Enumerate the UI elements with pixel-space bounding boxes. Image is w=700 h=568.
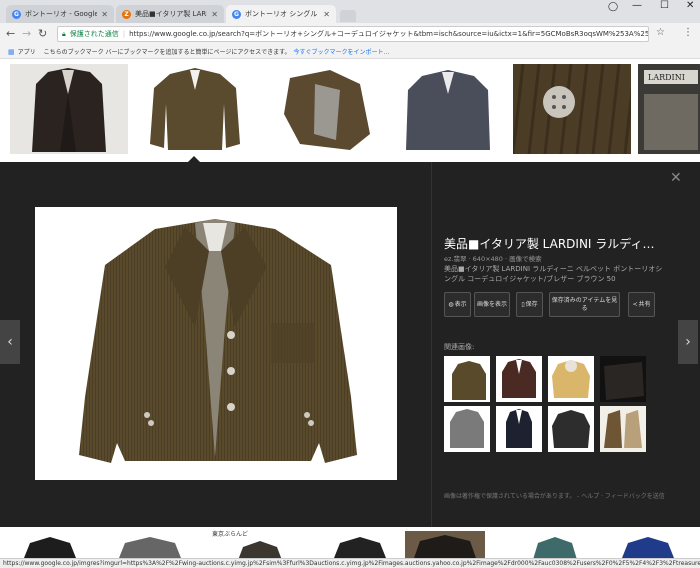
- result-thumb-bottom-6[interactable]: [530, 533, 580, 560]
- apps-icon[interactable]: ▦: [8, 48, 15, 56]
- image-title-link[interactable]: 美品■イタリア製 LARDINI ラルディ…: [444, 235, 674, 252]
- chevron-right-icon: ›: [685, 334, 691, 350]
- copyright-notice: 画像は著作権で保護されている場合があります。 - ヘルプ · フィードバックを送…: [444, 493, 665, 500]
- bookmark-message: こちらのブックマーク バーにブックマークを追加すると簡単にページにアクセスできま…: [43, 49, 291, 56]
- minimize-button[interactable]: —: [632, 0, 642, 11]
- more-results-strip: 東京ぶらんど: [0, 527, 700, 560]
- previous-image-button[interactable]: ‹: [0, 320, 20, 364]
- save-button[interactable]: ▯ 保存: [516, 292, 543, 317]
- related-image-8[interactable]: [600, 406, 646, 452]
- share-button[interactable]: ≺ 共有: [628, 292, 655, 317]
- tab-lardini[interactable]: Z 美品■イタリア製 LARDINI ✕: [116, 5, 224, 23]
- google-favicon-icon: G: [232, 9, 241, 19]
- view-saved-button[interactable]: 保存済みのアイテムを見る: [549, 292, 620, 317]
- result-thumb-bottom-3[interactable]: [235, 539, 285, 560]
- tab-close-icon[interactable]: ✕: [211, 10, 218, 19]
- next-image-button[interactable]: ›: [678, 320, 698, 364]
- image-results-strip: LARDINI: [0, 59, 700, 162]
- result-thumb-bottom-5[interactable]: [405, 531, 485, 560]
- tab-bar: G ボントーリオ - Google 検索 ✕ Z 美品■イタリア製 LARDIN…: [0, 0, 700, 23]
- tab-label: ボントーリオ シングル コーデ: [245, 10, 319, 18]
- tab-close-icon[interactable]: ✕: [101, 10, 108, 19]
- chevron-left-icon: ‹: [7, 334, 13, 350]
- lock-icon: 🔒︎: [62, 29, 66, 38]
- bookmark-icon: ▯: [521, 300, 525, 308]
- globe-icon: ◍: [448, 300, 454, 308]
- forward-icon[interactable]: →: [22, 27, 31, 40]
- apps-link[interactable]: アプリ: [18, 47, 36, 56]
- google-favicon-icon: G: [12, 9, 21, 19]
- star-icon[interactable]: ☆: [656, 27, 665, 38]
- corduroy-jacket-image: [35, 207, 397, 480]
- view-image-button[interactable]: 画像を表示: [474, 292, 510, 317]
- bookmark-bar: ▦ アプリ こちらのブックマーク バーにブックマークを追加すると簡単にページにア…: [0, 45, 700, 59]
- menu-icon[interactable]: ⋮: [683, 27, 693, 38]
- secure-label: 保護された通信: [69, 30, 119, 38]
- close-window-button[interactable]: ✕: [686, 0, 694, 11]
- image-meta: ez.翡翠 · 640×480 · 画像で検索: [444, 255, 542, 263]
- close-viewer-icon[interactable]: ✕: [670, 170, 682, 186]
- related-image-4[interactable]: [600, 356, 646, 402]
- result-thumb-open-jacket[interactable]: [270, 64, 380, 154]
- back-icon[interactable]: ←: [6, 27, 15, 40]
- related-images-label: 関連画像:: [444, 343, 475, 351]
- main-image[interactable]: [35, 207, 397, 480]
- related-image-5[interactable]: [444, 406, 490, 452]
- image-description: 美品■イタリア製 LARDINI ラルディーニ ベルベット ボントーリオシングル…: [444, 265, 663, 283]
- related-image-6[interactable]: [496, 406, 542, 452]
- result-thumb-bottom-2[interactable]: [115, 533, 185, 560]
- tab-google-search[interactable]: G ボントーリオ - Google 検索 ✕: [6, 5, 114, 23]
- user-icon[interactable]: ◯: [608, 2, 618, 12]
- view-button[interactable]: ◍ 表示: [444, 292, 471, 317]
- result-thumb-brown-jacket[interactable]: [140, 64, 250, 154]
- maximize-button[interactable]: ☐: [660, 0, 669, 11]
- result-thumb-grey-jacket[interactable]: [398, 64, 498, 154]
- result-thumb-bottom-7[interactable]: [618, 533, 678, 560]
- auction-favicon-icon: Z: [122, 9, 131, 19]
- panel-divider: [431, 162, 432, 527]
- related-image-2[interactable]: [496, 356, 542, 402]
- lardini-label-text: LARDINI: [648, 73, 685, 82]
- tab-image-search[interactable]: G ボントーリオ シングル コーデ ✕: [226, 5, 336, 23]
- related-image-1[interactable]: [444, 356, 490, 402]
- reload-icon[interactable]: ↻: [38, 27, 47, 40]
- tab-close-icon[interactable]: ✕: [323, 10, 330, 19]
- import-bookmarks-link[interactable]: 今すぐブックマークをインポート...: [294, 47, 390, 56]
- separator: |: [122, 30, 126, 38]
- result-thumb-bottom-4[interactable]: [330, 535, 390, 560]
- result-thumb-bottom-1[interactable]: [20, 533, 80, 560]
- address-bar[interactable]: 🔒︎ 保護された通信 | https://www.google.co.jp/se…: [57, 26, 649, 42]
- image-viewer-panel: ‹ › ✕ 美品■イタリア製 LARDINI ラルディ… ez.翡翠 · 640…: [0, 162, 700, 527]
- shop-label: 東京ぶらんど: [212, 531, 248, 538]
- browser-toolbar: ← → ↻ 🔒︎ 保護された通信 | https://www.google.co…: [0, 23, 700, 45]
- new-tab-button[interactable]: [340, 10, 356, 22]
- tab-label: 美品■イタリア製 LARDINI: [135, 10, 207, 18]
- status-bar-url: https://www.google.co.jp/imgres?imgurl=h…: [0, 558, 700, 568]
- related-image-7[interactable]: [548, 406, 594, 452]
- result-thumb-button-closeup[interactable]: [513, 64, 631, 154]
- share-icon: ≺: [632, 300, 638, 308]
- url-text: https://www.google.co.jp/search?q=ボントーリオ…: [129, 30, 649, 38]
- result-thumb-black-jacket[interactable]: [10, 64, 128, 154]
- tab-label: ボントーリオ - Google 検索: [25, 10, 98, 18]
- related-image-3[interactable]: [548, 356, 594, 402]
- result-thumb-label[interactable]: LARDINI: [638, 64, 700, 154]
